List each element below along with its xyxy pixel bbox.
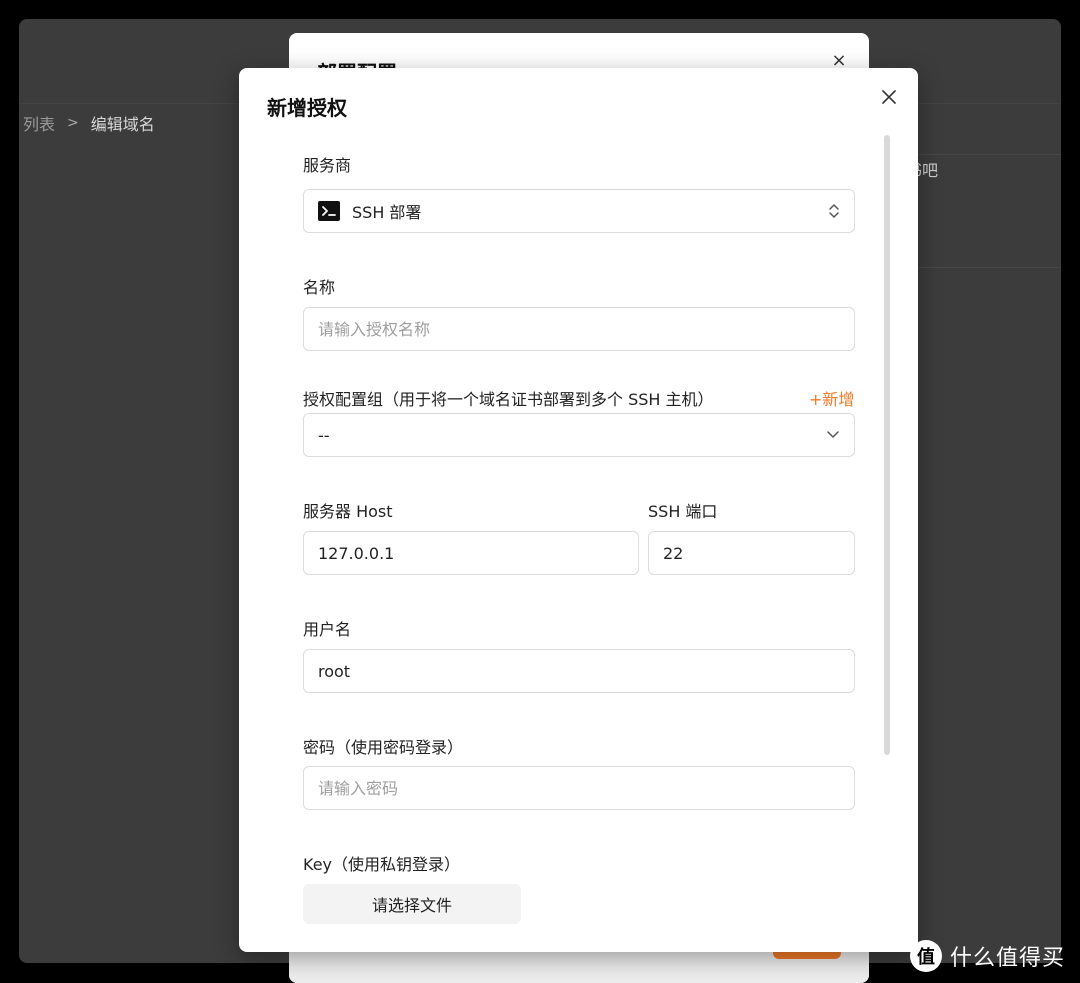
deploy-config-primary-button[interactable] bbox=[773, 951, 841, 959]
breadcrumb: 列表 > 编辑域名 bbox=[23, 111, 155, 135]
watermark: 值 什么值得买 bbox=[910, 940, 1065, 972]
password-field-wrapper bbox=[303, 766, 855, 810]
provider-value: SSH 部署 bbox=[352, 203, 422, 222]
watermark-text: 什么值得买 bbox=[950, 946, 1066, 971]
password-label: 密码（使用密码登录） bbox=[303, 738, 464, 757]
dialog-title: 新增授权 bbox=[267, 96, 347, 120]
breadcrumb-separator-icon: > bbox=[67, 115, 79, 131]
watermark-logo-icon: 值 bbox=[910, 940, 942, 972]
host-field-wrapper bbox=[303, 531, 639, 575]
breadcrumb-parent[interactable]: 列表 bbox=[23, 111, 55, 135]
name-field-wrapper bbox=[303, 307, 855, 351]
add-group-link[interactable]: +新增 bbox=[809, 386, 854, 410]
dialog-scrollbar[interactable] bbox=[884, 135, 890, 755]
add-authorization-dialog: 新增授权 服务商 SSH 部署 名称 授权配置组（用于将一个域名证书部署到多个 … bbox=[239, 68, 918, 952]
port-field-wrapper bbox=[648, 531, 855, 575]
chevron-up-down-icon bbox=[829, 204, 839, 218]
provider-select[interactable]: SSH 部署 bbox=[303, 189, 855, 233]
close-icon bbox=[882, 90, 896, 104]
close-button[interactable] bbox=[878, 86, 900, 108]
chevron-down-icon bbox=[827, 431, 839, 438]
username-field-wrapper bbox=[303, 649, 855, 693]
breadcrumb-current: 编辑域名 bbox=[90, 115, 155, 134]
provider-label: 服务商 bbox=[303, 156, 352, 175]
group-select[interactable]: -- bbox=[303, 413, 855, 457]
terminal-icon bbox=[318, 201, 340, 221]
name-label: 名称 bbox=[303, 278, 336, 297]
username-label: 用户名 bbox=[303, 620, 352, 639]
group-label: 授权配置组（用于将一个域名证书部署到多个 SSH 主机） bbox=[303, 390, 714, 409]
password-input[interactable] bbox=[318, 778, 840, 798]
port-input[interactable] bbox=[663, 543, 840, 563]
username-input[interactable] bbox=[318, 661, 840, 681]
group-value: -- bbox=[318, 425, 330, 445]
choose-file-button[interactable]: 请选择文件 bbox=[303, 884, 521, 924]
name-input[interactable] bbox=[318, 319, 840, 339]
port-label: SSH 端口 bbox=[648, 502, 718, 521]
host-label: 服务器 Host bbox=[303, 502, 393, 521]
host-input[interactable] bbox=[318, 543, 624, 563]
key-label: Key（使用私钥登录） bbox=[303, 855, 461, 874]
